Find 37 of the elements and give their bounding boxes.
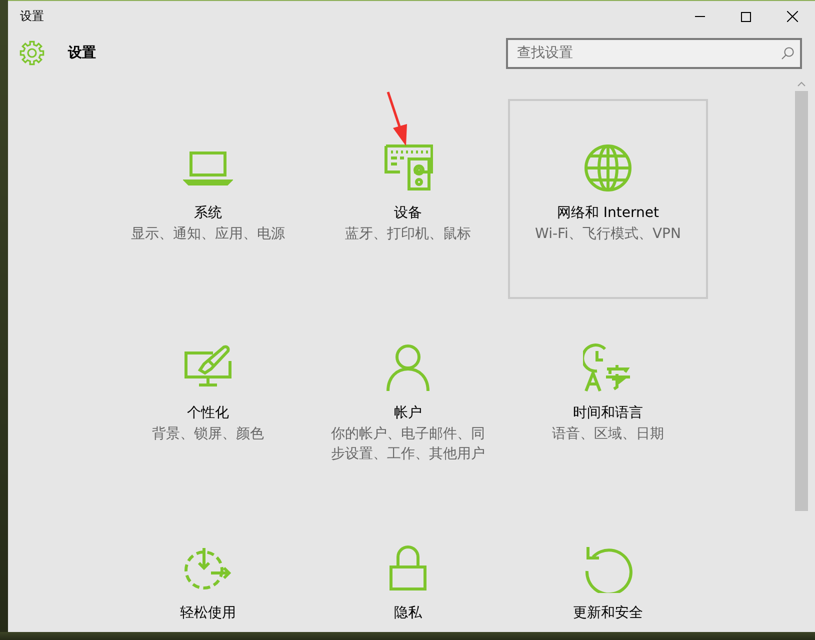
tile-title: 个性化 xyxy=(187,404,229,423)
tile-title: 设备 xyxy=(394,204,422,223)
settings-icon xyxy=(19,40,45,66)
window-title: 设置 xyxy=(19,8,45,25)
close-icon xyxy=(786,11,798,22)
search-field[interactable]: 查找设置 xyxy=(506,38,802,69)
settings-tile[interactable]: 更新和安全 xyxy=(508,498,708,632)
tile-title: 隐私 xyxy=(394,604,422,623)
settings-tile[interactable]: 隐私 xyxy=(308,498,508,632)
tile-description: 背景、锁屏、颜色 xyxy=(151,424,265,444)
minimize-icon xyxy=(695,16,705,17)
tile-title: 网络和 Internet xyxy=(556,204,660,223)
settings-tile[interactable]: 时间和语言 语音、区域、日期 xyxy=(508,298,708,499)
tile-description: Wi-Fi、飞行模式、VPN xyxy=(534,224,682,244)
tile-title: 系统 xyxy=(194,204,222,223)
settings-tile[interactable]: 帐户 你的帐户、电子邮件、同步设置、工作、其他用户 xyxy=(308,298,508,499)
settings-tile[interactable]: 设备 蓝牙、打印机、鼠标 xyxy=(308,98,508,299)
settings-tile[interactable]: 网络和 Internet Wi-Fi、飞行模式、VPN xyxy=(508,98,708,299)
clock-letters-icon xyxy=(583,342,633,393)
scroll-up-icon[interactable] xyxy=(797,80,806,87)
tile-description: 你的帐户、电子邮件、同步设置、工作、其他用户 xyxy=(330,424,486,464)
scrollbar-thumb[interactable] xyxy=(795,90,808,511)
search-icon xyxy=(781,46,794,60)
settings-tile[interactable]: 个性化 背景、锁屏、颜色 xyxy=(108,298,308,499)
settings-tile[interactable]: 轻松使用 xyxy=(108,498,308,632)
tile-title: 更新和安全 xyxy=(573,604,643,623)
settings-tile[interactable]: 系统 显示、通知、应用、电源 xyxy=(108,98,308,299)
tile-title: 帐户 xyxy=(394,404,422,423)
tile-description: 显示、通知、应用、电源 xyxy=(130,224,286,244)
tile-title: 轻松使用 xyxy=(180,604,236,623)
globe-icon xyxy=(583,142,633,193)
tile-description: 语音、区域、日期 xyxy=(551,424,665,444)
tile-title: 时间和语言 xyxy=(573,404,643,423)
maximize-icon xyxy=(741,12,751,22)
page-title: 设置 xyxy=(68,44,97,63)
keyboard-speaker-icon xyxy=(383,142,433,193)
tile-description: 蓝牙、打印机、鼠标 xyxy=(344,224,472,244)
